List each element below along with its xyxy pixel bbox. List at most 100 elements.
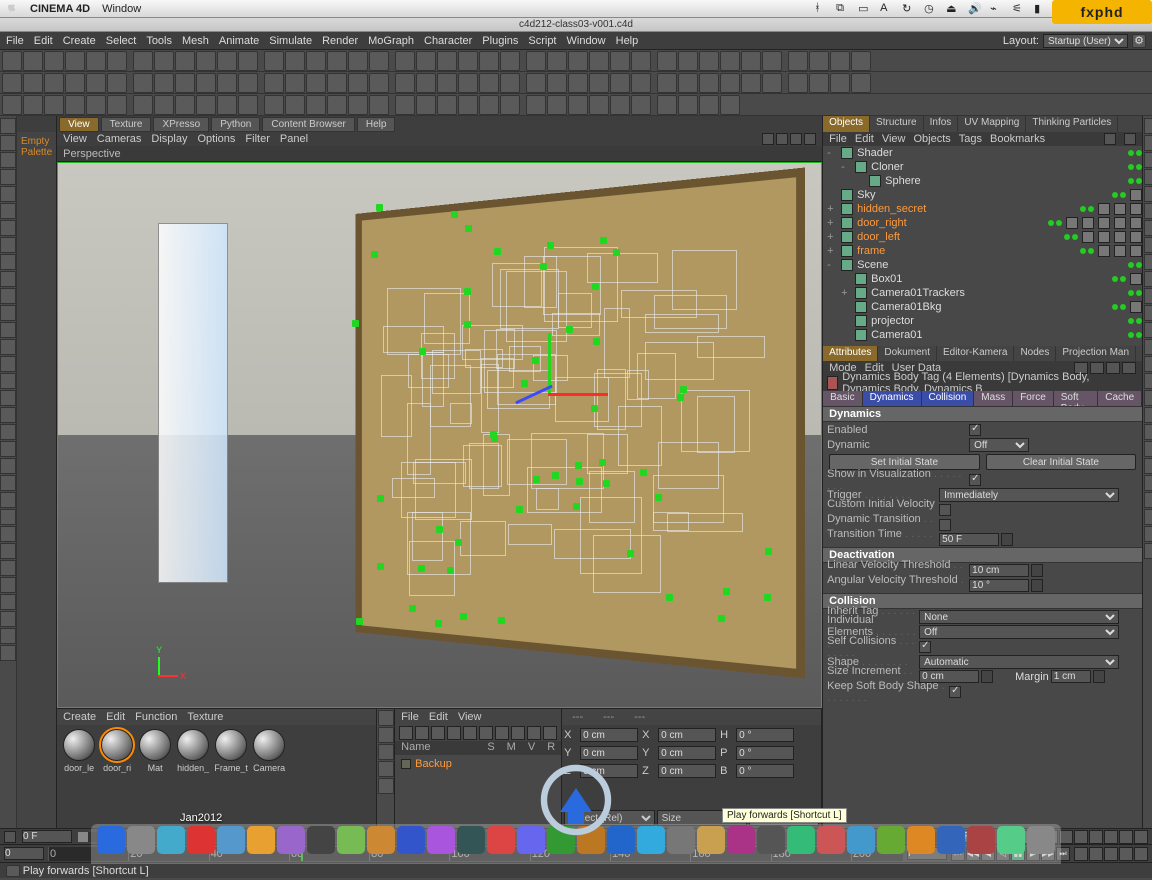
tl-start-lock-icon[interactable] (4, 831, 16, 843)
mat-menu-item[interactable]: Edit (106, 711, 125, 723)
tool-button[interactable] (720, 51, 740, 71)
visibility-editor-icon[interactable] (1128, 164, 1134, 170)
tool-button[interactable] (416, 95, 436, 115)
timeline-option-icon[interactable] (1134, 830, 1148, 844)
tool-button[interactable] (479, 95, 499, 115)
tool-button[interactable] (447, 726, 461, 740)
tool-button[interactable] (657, 95, 677, 115)
side-tool-button[interactable] (0, 628, 16, 644)
om-menu-item[interactable]: Objects (914, 133, 951, 145)
side-tool-button[interactable] (0, 560, 16, 576)
select-individual[interactable]: Off (919, 625, 1119, 639)
menu-item[interactable]: Script (528, 35, 556, 47)
spinner-icon[interactable] (1093, 670, 1105, 683)
tool-button[interactable] (437, 95, 457, 115)
timeline-option-icon[interactable] (1104, 847, 1118, 861)
checkbox-self-coll[interactable] (919, 641, 931, 653)
tool-button[interactable] (23, 51, 43, 71)
side-tool-button[interactable] (1144, 237, 1152, 253)
tool-button[interactable] (631, 95, 651, 115)
side-tool-button[interactable] (0, 135, 16, 151)
timeline-option-icon[interactable] (1059, 830, 1073, 844)
mat-menu-item[interactable]: Create (63, 711, 96, 723)
side-tool-button[interactable] (0, 305, 16, 321)
side-tool-button[interactable] (0, 220, 16, 236)
side-tool-button[interactable] (0, 322, 16, 338)
dock-app-icon[interactable] (937, 826, 965, 854)
dock-app-icon[interactable] (847, 826, 875, 854)
tool-button[interactable] (463, 726, 477, 740)
tool-button[interactable] (264, 73, 284, 93)
tag-icon[interactable] (1130, 231, 1142, 243)
visibility-editor-icon[interactable] (1112, 276, 1118, 282)
material-item[interactable]: door_ri (99, 729, 135, 779)
dock-app-icon[interactable] (307, 826, 335, 854)
tool-button[interactable] (495, 726, 509, 740)
tab-help[interactable]: Help (357, 117, 396, 132)
om-menu-item[interactable]: Edit (855, 133, 874, 145)
tool-button[interactable] (86, 51, 106, 71)
menu-item[interactable]: Render (322, 35, 358, 47)
side-tool-button[interactable] (1144, 424, 1152, 440)
tab-view[interactable]: View (59, 117, 99, 132)
side-tool-button[interactable] (1144, 475, 1152, 491)
dock-app-icon[interactable] (817, 826, 845, 854)
tool-button[interactable] (500, 51, 520, 71)
tool-button[interactable] (830, 51, 850, 71)
side-tool-button[interactable] (0, 237, 16, 253)
tool-button[interactable] (395, 73, 415, 93)
dock-app-icon[interactable] (757, 826, 785, 854)
tool-button[interactable] (458, 95, 478, 115)
tool-button[interactable] (175, 51, 195, 71)
tool-button[interactable] (788, 73, 808, 93)
tool-button[interactable] (511, 726, 525, 740)
visibility-editor-icon[interactable] (1128, 150, 1134, 156)
side-tool-button[interactable] (0, 509, 16, 525)
attr-tab[interactable]: Projection Man (1056, 346, 1136, 361)
side-tool-button[interactable] (378, 761, 394, 777)
eject-icon[interactable]: ⏏ (946, 2, 960, 16)
side-tool-button[interactable] (0, 611, 16, 627)
tool-button[interactable] (285, 73, 305, 93)
tool-button[interactable] (568, 73, 588, 93)
side-tool-button[interactable] (1144, 373, 1152, 389)
tool-button[interactable] (500, 95, 520, 115)
tool-button[interactable] (369, 95, 389, 115)
tool-button[interactable] (631, 73, 651, 93)
tool-button[interactable] (416, 73, 436, 93)
tool-button[interactable] (107, 95, 127, 115)
tool-button[interactable] (762, 73, 782, 93)
tool-button[interactable] (479, 51, 499, 71)
tool-button[interactable] (678, 73, 698, 93)
tag-icon[interactable] (1114, 217, 1126, 229)
tool-button[interactable] (657, 51, 677, 71)
object-tree[interactable]: -Shader-ClonerSphereSky+hidden_secret+do… (823, 146, 1142, 346)
layout-gear-icon[interactable]: ⚙ (1132, 34, 1146, 48)
obj-menu-item[interactable]: Edit (429, 711, 448, 723)
timemachine-icon[interactable]: ◷ (924, 2, 938, 16)
menu-item[interactable]: MoGraph (368, 35, 414, 47)
visibility-editor-icon[interactable] (1064, 234, 1070, 240)
side-tool-button[interactable] (1144, 169, 1152, 185)
attr-tab[interactable]: Attributes (823, 346, 878, 361)
clear-initial-state-button[interactable]: Clear Initial State (986, 454, 1137, 470)
tool-button[interactable] (458, 51, 478, 71)
tag-icon[interactable] (1098, 231, 1110, 243)
tool-button[interactable] (369, 51, 389, 71)
tool-button[interactable] (568, 95, 588, 115)
side-tool-button[interactable] (1144, 458, 1152, 474)
coord-x-pos[interactable] (580, 728, 638, 742)
tool-button[interactable] (610, 73, 630, 93)
tool-button[interactable] (65, 95, 85, 115)
spinner-icon[interactable] (1031, 579, 1043, 592)
tool-button[interactable] (741, 73, 761, 93)
tag-icon[interactable] (1098, 203, 1110, 215)
tool-button[interactable] (762, 51, 782, 71)
object-row[interactable]: -Cloner (823, 160, 1142, 174)
om-menu-item[interactable]: Tags (959, 133, 982, 145)
tool-button[interactable] (217, 95, 237, 115)
expand-icon[interactable]: - (841, 161, 851, 173)
tool-button[interactable] (809, 73, 829, 93)
side-tool-button[interactable] (378, 778, 394, 794)
select-inherit[interactable]: None (919, 610, 1119, 624)
